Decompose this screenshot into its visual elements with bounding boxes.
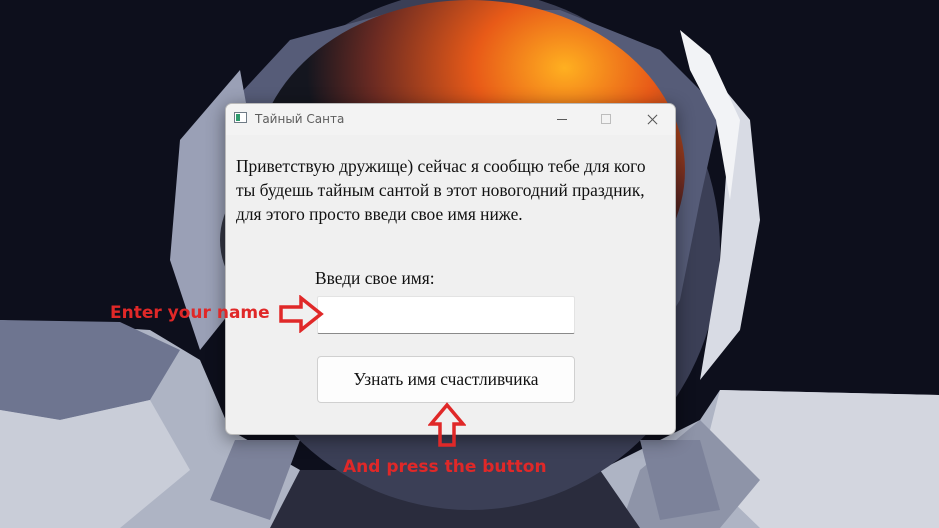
right-arrow-icon [279, 295, 324, 333]
reveal-name-button[interactable]: Узнать имя счастливчика [317, 356, 575, 403]
secret-santa-dialog: Тайный Санта Приветствую дружище) сейчас… [225, 103, 676, 435]
minimize-icon[interactable] [539, 104, 585, 135]
app-icon [234, 112, 247, 123]
greeting-message: Приветствую дружище) сейчас я сообщю теб… [236, 156, 646, 224]
name-input[interactable] [317, 296, 575, 334]
maximize-icon [583, 104, 629, 135]
window-title: Тайный Санта [255, 112, 345, 126]
title-bar[interactable]: Тайный Санта [226, 104, 675, 135]
annotation-enter-name: Enter your name [110, 303, 270, 323]
annotation-press-button: And press the button [343, 457, 547, 477]
close-icon[interactable] [629, 104, 675, 135]
name-label: Введи свое имя: [315, 268, 435, 288]
up-arrow-icon [428, 402, 466, 447]
